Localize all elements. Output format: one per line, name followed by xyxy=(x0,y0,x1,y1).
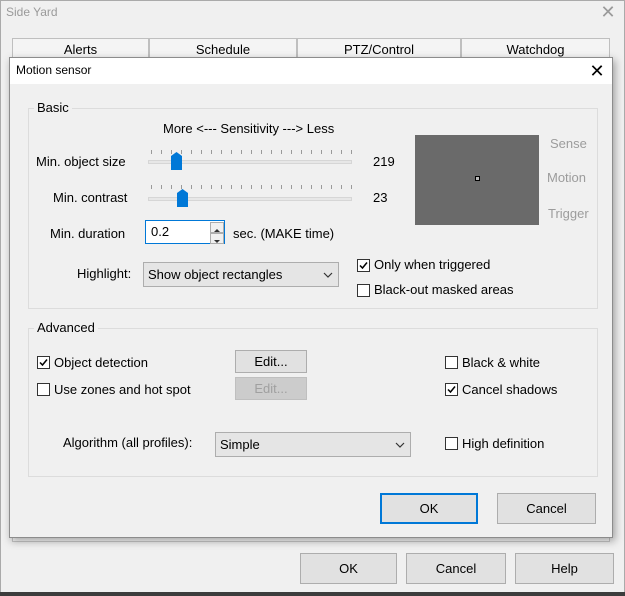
slider-tick xyxy=(191,185,192,189)
parent-ok-button[interactable]: OK xyxy=(300,553,397,584)
slider-tick xyxy=(351,185,352,189)
preview-marker xyxy=(475,176,480,181)
slider-tick xyxy=(261,150,262,154)
dialog-title: Motion sensor xyxy=(16,63,92,77)
slider-tick xyxy=(221,150,222,154)
checkmark-icon xyxy=(447,386,456,394)
highlight-select[interactable]: Show object rectangles xyxy=(143,262,339,287)
only-when-triggered-checkbox[interactable] xyxy=(357,259,370,272)
slider-tick xyxy=(241,150,242,154)
spin-down-button[interactable] xyxy=(210,233,224,244)
min-object-size-thumb[interactable] xyxy=(171,152,182,170)
sense-indicator: Sense xyxy=(550,136,587,151)
cancel-shadows-checkbox[interactable] xyxy=(445,383,458,396)
slider-tick xyxy=(341,150,342,154)
slider-tick xyxy=(231,185,232,189)
slider-tick xyxy=(261,185,262,189)
highlight-selected-value: Show object rectangles xyxy=(148,267,283,282)
slider-tick xyxy=(281,150,282,154)
min-contrast-thumb[interactable] xyxy=(177,189,188,207)
min-duration-label: Min. duration xyxy=(50,226,126,241)
slider-tick xyxy=(311,150,312,154)
blackout-masked-checkbox[interactable] xyxy=(357,284,370,297)
parent-help-button[interactable]: Help xyxy=(515,553,614,584)
spin-up-button[interactable] xyxy=(210,222,224,233)
slider-tick xyxy=(201,150,202,154)
cancel-shadows-label: Cancel shadows xyxy=(462,382,558,397)
min-contrast-value: 23 xyxy=(373,190,388,205)
taskbar-strip xyxy=(0,592,625,596)
object-detection-checkbox[interactable] xyxy=(37,356,50,369)
checkmark-icon xyxy=(359,262,368,270)
only-when-triggered-label: Only when triggered xyxy=(374,257,491,272)
min-object-size-label: Min. object size xyxy=(36,154,126,169)
min-duration-unit: sec. (MAKE time) xyxy=(233,226,335,241)
advanced-group-label: Advanced xyxy=(34,320,98,335)
dialog-close-icon[interactable]: ✕ xyxy=(586,60,608,82)
arrow-down-icon xyxy=(214,240,220,243)
basic-group-label: Basic xyxy=(34,100,72,115)
algorithm-label: Algorithm (all profiles): xyxy=(63,435,193,450)
min-contrast-label: Min. contrast xyxy=(53,190,128,205)
slider-tick xyxy=(331,150,332,154)
slider-tick xyxy=(221,185,222,189)
slider-tick xyxy=(241,185,242,189)
use-zones-checkbox[interactable] xyxy=(37,383,50,396)
high-definition-label: High definition xyxy=(462,436,545,451)
slider-tick xyxy=(301,150,302,154)
min-object-size-value: 219 xyxy=(373,154,395,169)
parent-close-icon[interactable]: ✕ xyxy=(598,3,618,23)
slider-tick xyxy=(291,150,292,154)
slider-tick xyxy=(311,185,312,189)
object-detection-edit-button[interactable]: Edit... xyxy=(235,350,307,373)
slider-tick xyxy=(341,185,342,189)
algorithm-select[interactable]: Simple xyxy=(215,432,411,457)
slider-tick xyxy=(291,185,292,189)
motion-sensor-dialog: Motion sensor ✕ Basic More <--- Sensitiv… xyxy=(9,57,613,538)
motion-indicator: Motion xyxy=(547,170,587,185)
black-white-checkbox[interactable] xyxy=(445,356,458,369)
slider-tick xyxy=(281,185,282,189)
high-definition-checkbox[interactable] xyxy=(445,437,458,450)
chevron-down-icon xyxy=(392,433,408,456)
slider-tick xyxy=(191,150,192,154)
dialog-cancel-button[interactable]: Cancel xyxy=(497,493,596,524)
slider-tick xyxy=(211,150,212,154)
slider-tick xyxy=(151,185,152,189)
blackout-masked-label: Black-out masked areas xyxy=(374,282,514,297)
object-detection-label: Object detection xyxy=(54,355,148,370)
slider-tick xyxy=(301,185,302,189)
dialog-titlebar xyxy=(10,58,612,84)
slider-tick xyxy=(201,185,202,189)
checkmark-icon xyxy=(39,359,48,367)
slider-tick xyxy=(161,185,162,189)
sensitivity-label: More <--- Sensitivity ---> Less xyxy=(163,121,335,136)
chevron-down-icon xyxy=(320,263,336,286)
parent-window-title: Side Yard xyxy=(6,5,58,19)
slider-tick xyxy=(171,185,172,189)
trigger-indicator: Trigger xyxy=(548,206,589,221)
slider-tick xyxy=(321,185,322,189)
slider-tick xyxy=(351,150,352,154)
black-white-label: Black & white xyxy=(462,355,541,370)
slider-tick xyxy=(271,185,272,189)
dialog-ok-button[interactable]: OK xyxy=(380,493,478,524)
algorithm-selected-value: Simple xyxy=(220,437,260,452)
highlight-label: Highlight: xyxy=(77,266,132,281)
slider-tick xyxy=(211,185,212,189)
slider-tick xyxy=(321,150,322,154)
use-zones-label: Use zones and hot spot xyxy=(54,382,191,397)
parent-cancel-button[interactable]: Cancel xyxy=(406,553,506,584)
slider-tick xyxy=(331,185,332,189)
slider-tick xyxy=(251,150,252,154)
slider-tick xyxy=(271,150,272,154)
slider-tick xyxy=(151,150,152,154)
slider-tick xyxy=(231,150,232,154)
slider-tick xyxy=(161,150,162,154)
zones-edit-button[interactable]: Edit... xyxy=(235,377,307,400)
slider-tick xyxy=(251,185,252,189)
